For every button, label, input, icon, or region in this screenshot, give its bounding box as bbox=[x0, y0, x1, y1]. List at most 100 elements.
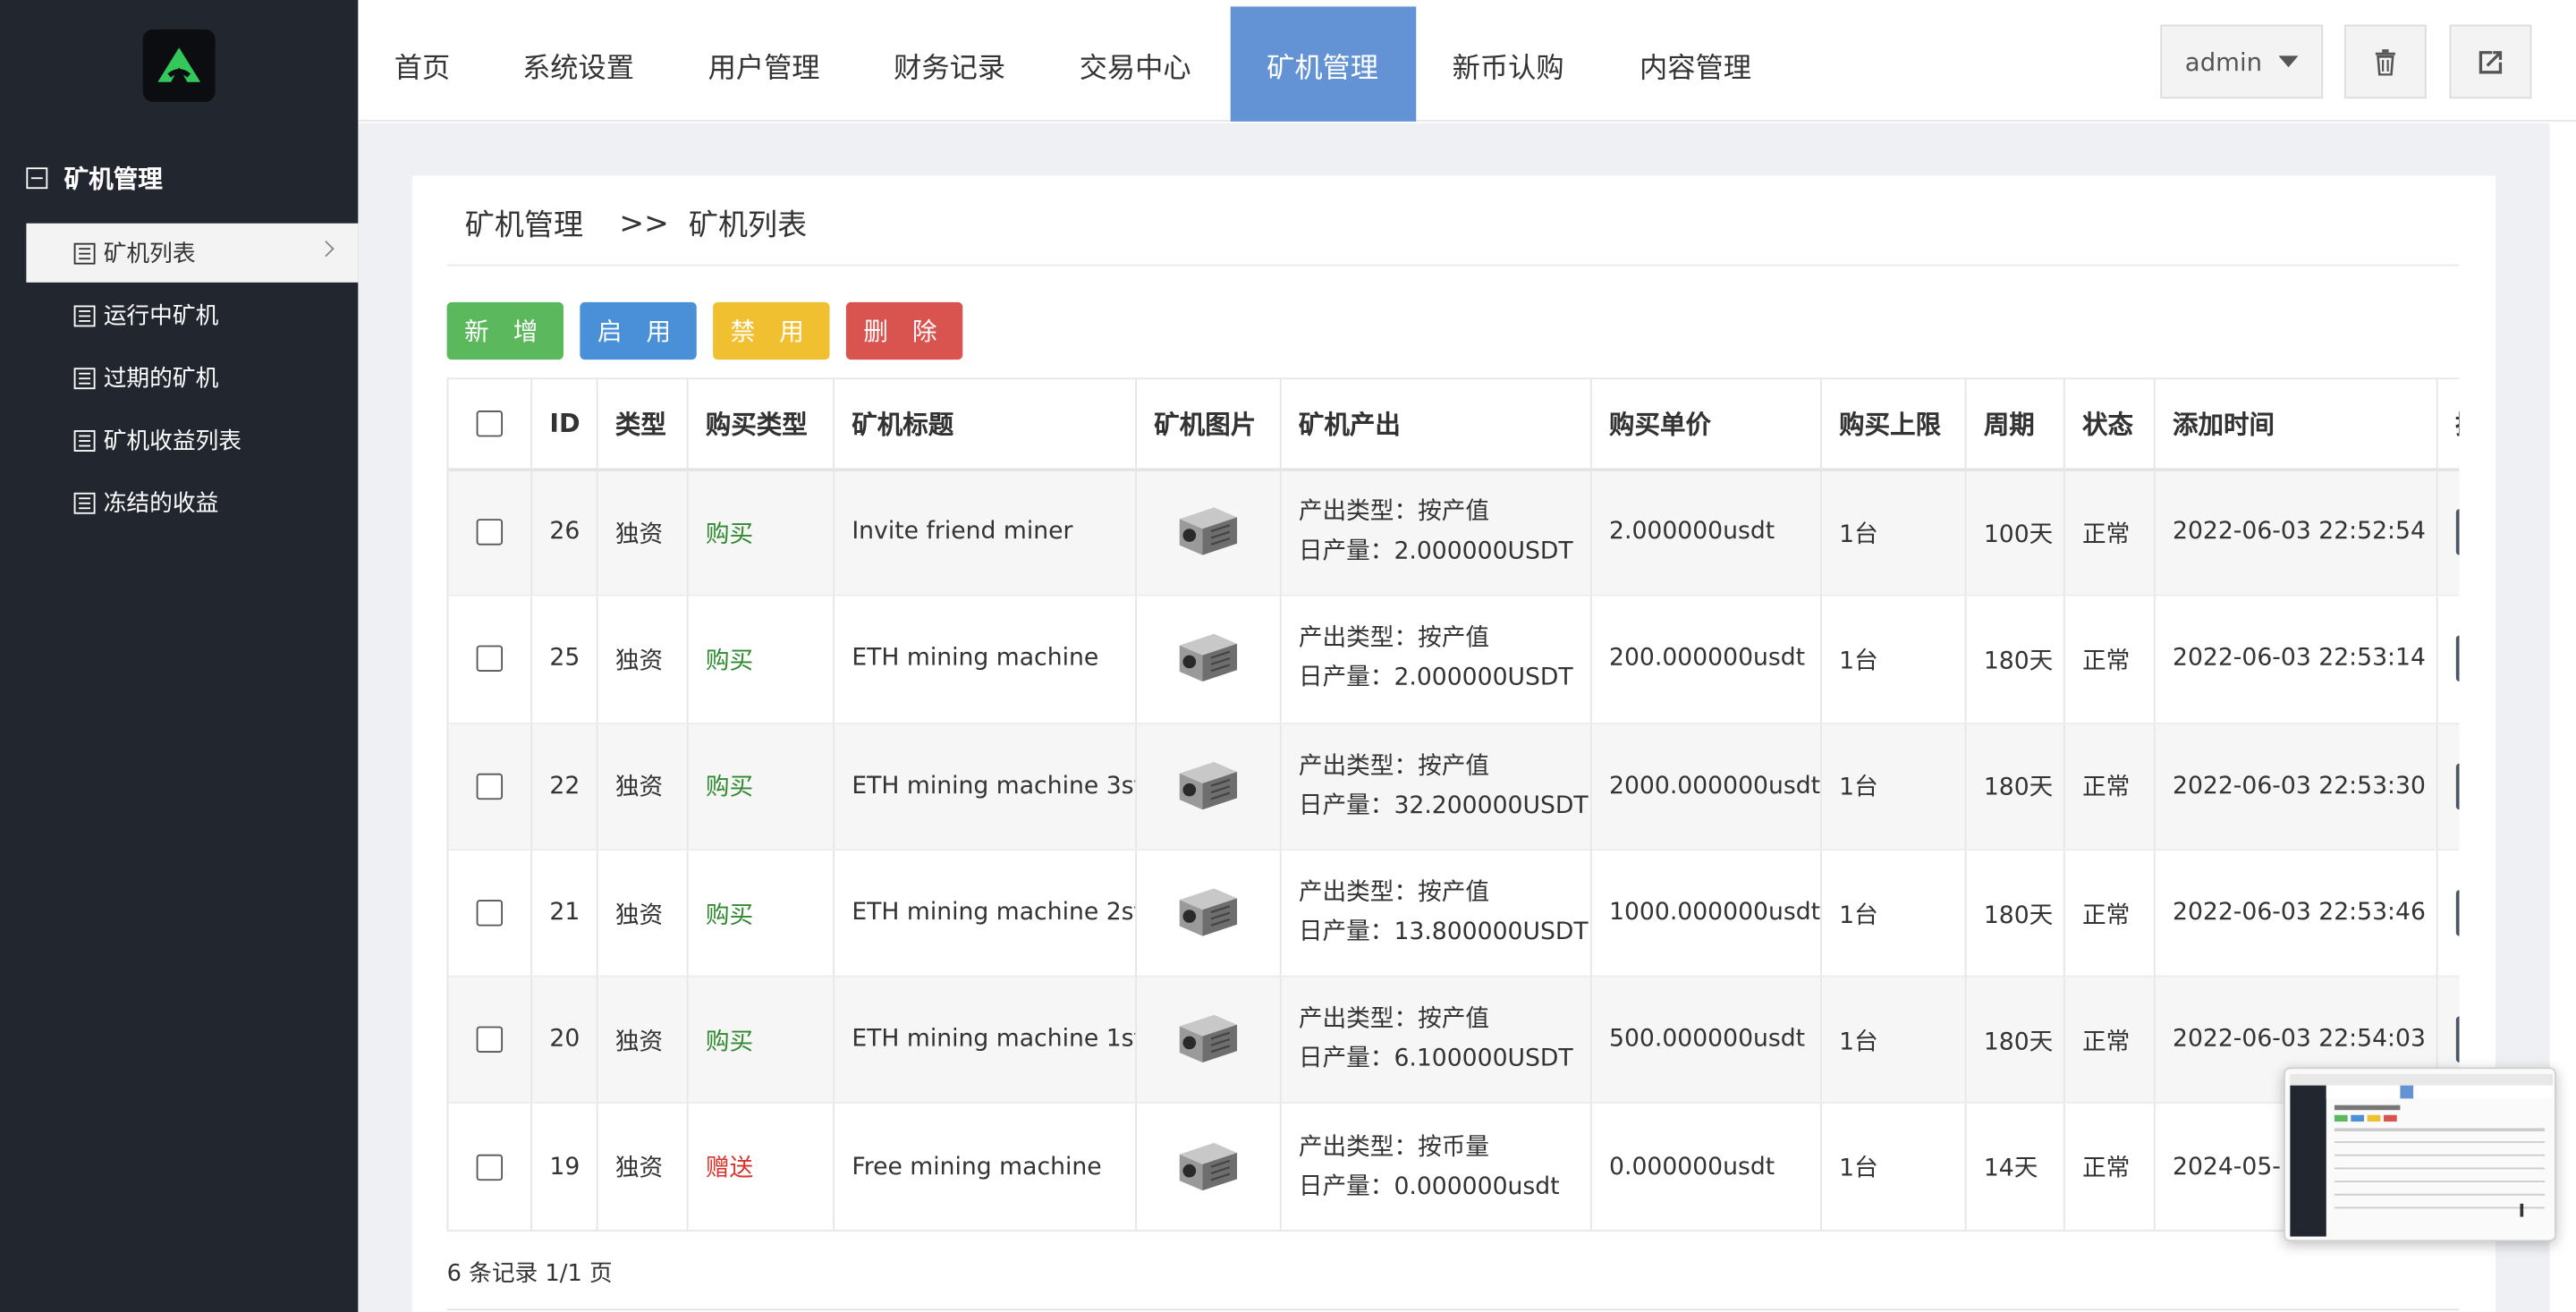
sidebar-group-miner[interactable]: 矿机管理 bbox=[26, 161, 163, 196]
cell-title: ETH mining machine bbox=[833, 596, 1137, 724]
cell-status: 正常 bbox=[2063, 1103, 2155, 1231]
cell-type: 独资 bbox=[596, 723, 688, 851]
logout-button[interactable] bbox=[2449, 24, 2532, 99]
cell-limit: 1台 bbox=[1820, 1103, 1966, 1231]
table-row[interactable]: 26 独资 购买 Invite friend miner 产出类型：按产值 日产量：2.0… bbox=[448, 469, 2460, 597]
screenshot-thumbnail[interactable] bbox=[2284, 1067, 2556, 1242]
enable-button[interactable]: 启 用 bbox=[580, 301, 697, 360]
cell-buy-type: 购买 bbox=[705, 775, 754, 802]
cell-type: 独资 bbox=[596, 976, 688, 1105]
app-logo[interactable] bbox=[142, 30, 216, 102]
sidebar-item-running[interactable]: 运行中矿机 bbox=[26, 285, 358, 344]
cell-type: 独资 bbox=[596, 849, 688, 978]
cell-title: Invite friend miner bbox=[833, 469, 1137, 597]
cell-added-time: 2022-06-03 22:53:30 bbox=[2153, 723, 2437, 851]
miner-image[interactable] bbox=[1174, 1007, 1240, 1066]
miner-image[interactable] bbox=[1174, 1134, 1240, 1193]
top-nav: 首页 系统设置 用户管理 财务记录 交易中心 矿机管理 新币认购 内容管理 ad… bbox=[358, 0, 2576, 122]
cell-buy-type: 赠送 bbox=[705, 1155, 754, 1183]
cell-buy-type: 购买 bbox=[705, 901, 754, 929]
trash-icon bbox=[2375, 48, 2395, 75]
chevron-right-icon bbox=[318, 241, 335, 258]
sidebar-item-expired[interactable]: 过期的矿机 bbox=[26, 348, 358, 407]
row-checkbox[interactable] bbox=[476, 1027, 503, 1054]
table-row[interactable]: 21 独资 购买 ETH mining machine 2st 产出类型：按产值 日产量：… bbox=[448, 849, 2460, 978]
row-action-button[interactable] bbox=[2454, 763, 2460, 809]
sidebar-item-miner-list[interactable]: 矿机列表 bbox=[26, 223, 359, 283]
col-added-time: 添加时间 bbox=[2153, 377, 2437, 471]
pagination-summary: 6 条记录 1/1 页 bbox=[446, 1261, 613, 1288]
cell-price: 2.000000usdt bbox=[1589, 469, 1821, 597]
nav-miner-management[interactable]: 矿机管理 bbox=[1230, 6, 1417, 122]
cell-period: 180天 bbox=[1964, 976, 2064, 1105]
row-checkbox[interactable] bbox=[476, 773, 503, 800]
miner-image[interactable] bbox=[1174, 626, 1240, 685]
nav-finance-records[interactable]: 财务记录 bbox=[858, 6, 1042, 122]
cell-title: ETH mining machine 1st bbox=[833, 976, 1137, 1105]
nav-new-coin[interactable]: 新币认购 bbox=[1416, 6, 1600, 122]
cell-price: 2000.000000usdt bbox=[1589, 723, 1821, 851]
divider bbox=[446, 264, 2460, 267]
cell-daily-output: 日产量：0.000000usdt bbox=[1298, 1173, 1560, 1200]
nav-content-management[interactable]: 内容管理 bbox=[1604, 6, 1788, 122]
cell-id: 20 bbox=[530, 976, 597, 1105]
cell-price: 200.000000usdt bbox=[1589, 596, 1821, 724]
cell-limit: 1台 bbox=[1820, 596, 1966, 724]
table-row[interactable]: 20 独资 购买 ETH mining machine 1st 产出类型：按产值 日产量：… bbox=[448, 976, 2460, 1105]
list-icon bbox=[73, 367, 96, 389]
cell-added-time: 2022-06-03 22:53:14 bbox=[2153, 596, 2437, 724]
add-button[interactable]: 新 增 bbox=[446, 301, 564, 360]
row-checkbox[interactable] bbox=[476, 519, 503, 546]
col-buy-type: 购买类型 bbox=[686, 377, 835, 471]
row-checkbox[interactable] bbox=[476, 1154, 503, 1181]
list-icon bbox=[73, 429, 96, 452]
select-all-checkbox[interactable] bbox=[476, 411, 503, 437]
nav-home[interactable]: 首页 bbox=[358, 6, 486, 122]
row-action-button[interactable] bbox=[2454, 890, 2460, 936]
miner-image[interactable] bbox=[1174, 500, 1240, 559]
miner-table: ID 类型 购买类型 矿机标题 矿机图片 矿机产出 购买单价 购买上限 周期 状… bbox=[446, 377, 2460, 1232]
nav-user-management[interactable]: 用户管理 bbox=[672, 6, 856, 122]
cell-id: 19 bbox=[530, 1103, 597, 1231]
sidebar-item-earnings[interactable]: 矿机收益列表 bbox=[26, 411, 358, 470]
sidebar-item-frozen[interactable]: 冻结的收益 bbox=[26, 473, 358, 532]
sidebar-item-label: 运行中矿机 bbox=[103, 303, 219, 331]
cell-type: 独资 bbox=[596, 1103, 688, 1231]
cell-type: 独资 bbox=[596, 469, 688, 597]
cell-title: ETH mining machine 3st bbox=[833, 723, 1137, 851]
cell-type: 独资 bbox=[596, 596, 688, 724]
cell-limit: 1台 bbox=[1820, 723, 1966, 851]
table-row[interactable]: 25 独资 购买 ETH mining machine 产出类型：按产值 日产量：2.00… bbox=[448, 596, 2460, 724]
col-output: 矿机产出 bbox=[1279, 377, 1591, 471]
col-limit: 购买上限 bbox=[1820, 377, 1966, 471]
breadcrumb-section[interactable]: 矿机管理 bbox=[465, 202, 583, 245]
delete-button[interactable]: 删 除 bbox=[845, 301, 963, 360]
cell-status: 正常 bbox=[2063, 723, 2155, 851]
caret-down-icon bbox=[2278, 55, 2299, 68]
disable-button[interactable]: 禁 用 bbox=[713, 301, 830, 360]
row-action-button[interactable] bbox=[2454, 1017, 2460, 1063]
cell-limit: 1台 bbox=[1820, 469, 1966, 597]
row-action-button[interactable] bbox=[2454, 509, 2460, 556]
list-icon bbox=[73, 491, 96, 513]
row-action-button[interactable] bbox=[2454, 636, 2460, 682]
nav-system-settings[interactable]: 系统设置 bbox=[487, 6, 671, 122]
miner-device-icon bbox=[1179, 634, 1238, 682]
nav-trade-center[interactable]: 交易中心 bbox=[1043, 6, 1227, 122]
row-checkbox[interactable] bbox=[476, 646, 503, 673]
col-price: 购买单价 bbox=[1589, 377, 1821, 471]
cell-id: 25 bbox=[530, 596, 597, 724]
miner-image[interactable] bbox=[1174, 753, 1240, 812]
cell-output-type: 产出类型：按产值 bbox=[1298, 880, 1489, 907]
cell-output-type: 产出类型：按产值 bbox=[1298, 753, 1489, 780]
clear-cache-button[interactable] bbox=[2343, 24, 2427, 99]
row-checkbox[interactable] bbox=[476, 900, 503, 927]
table-row[interactable]: 19 独资 赠送 Free mining machine 产出类型：按币量 日产量：0.0… bbox=[448, 1103, 2460, 1231]
user-menu-button[interactable]: admin bbox=[2160, 24, 2324, 99]
miner-image[interactable] bbox=[1174, 880, 1240, 939]
cell-output-type: 产出类型：按产值 bbox=[1298, 626, 1489, 653]
cell-id: 26 bbox=[530, 469, 597, 597]
cell-id: 21 bbox=[530, 849, 597, 978]
cell-output-type: 产出类型：按产值 bbox=[1298, 499, 1489, 527]
table-row[interactable]: 22 独资 购买 ETH mining machine 3st 产出类型：按产值 日产量：… bbox=[448, 723, 2460, 851]
